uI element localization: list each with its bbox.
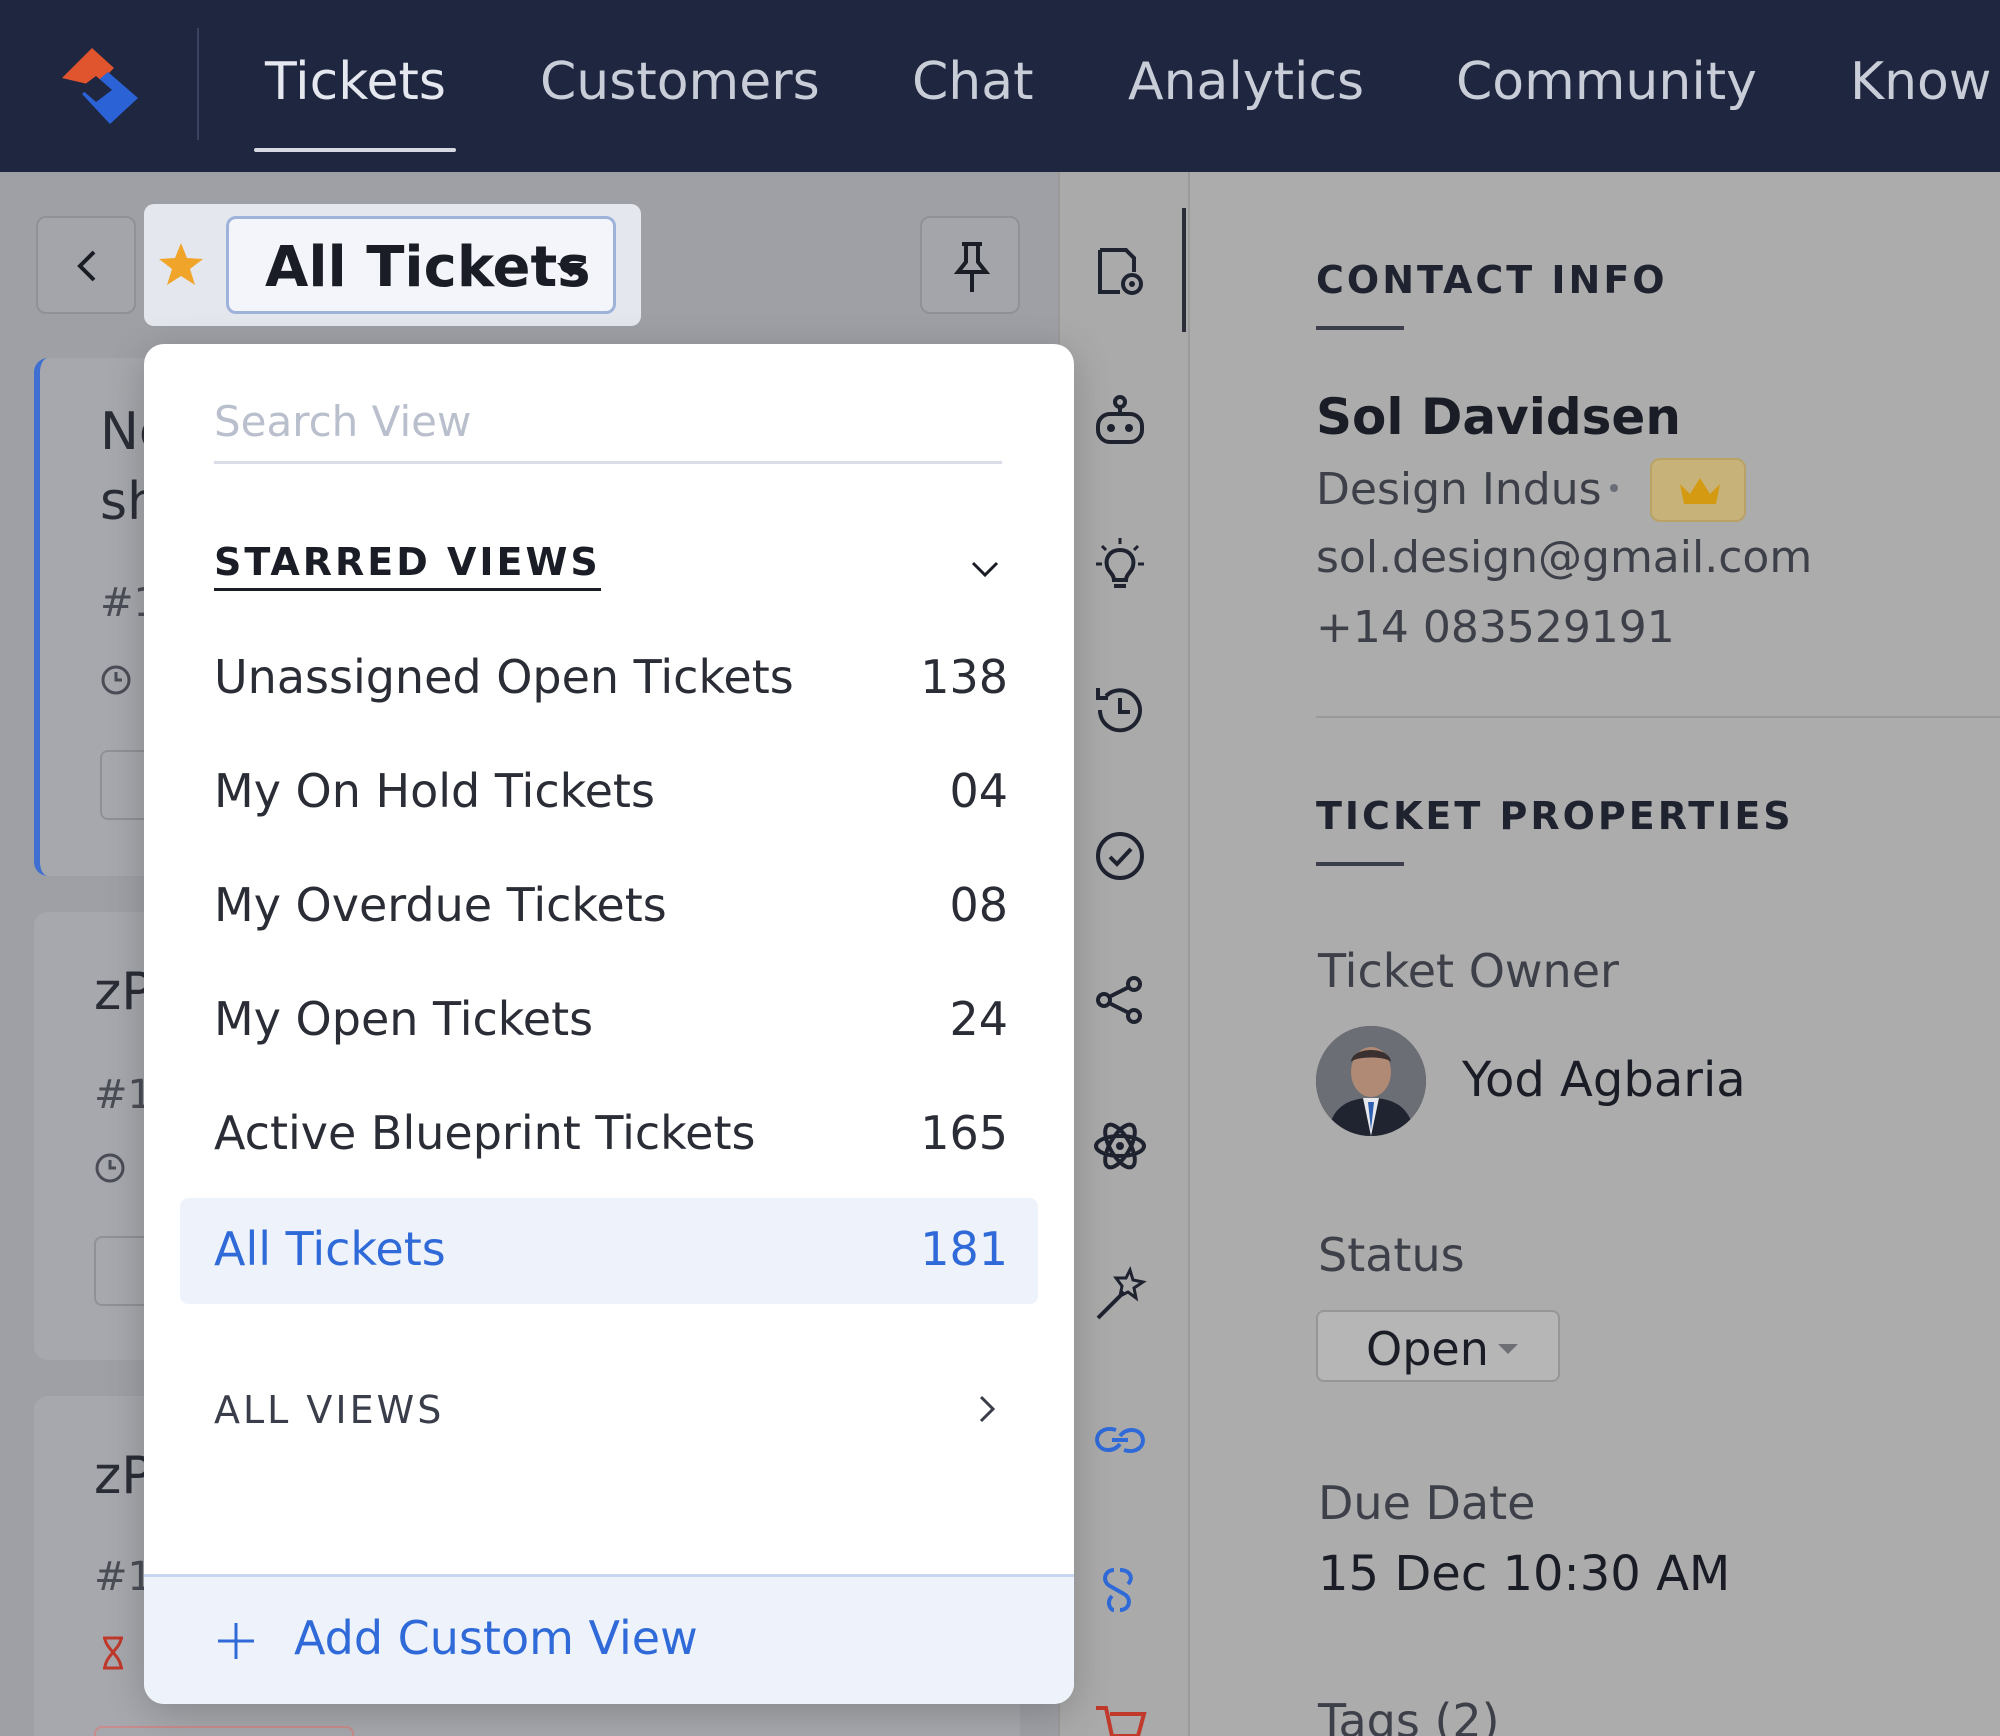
nav-tab-knowledge[interactable]: Know: [1850, 52, 1991, 112]
search-view-input[interactable]: [214, 382, 1002, 464]
magic-wand-icon[interactable]: [1090, 1264, 1150, 1324]
caret-down-icon: [557, 263, 585, 277]
section-underline: [1316, 862, 1404, 866]
tags-label[interactable]: Tags (2): [1318, 1694, 1500, 1736]
back-button[interactable]: [36, 216, 136, 314]
bot-icon[interactable]: [1090, 392, 1150, 452]
starred-views-heading[interactable]: STARRED VIEWS: [214, 540, 601, 591]
nav-tab-customers[interactable]: Customers: [540, 52, 820, 112]
separator-dot: [1610, 484, 1618, 492]
atom-icon[interactable]: [1090, 1116, 1150, 1176]
status-label: Status: [1318, 1228, 1465, 1282]
contact-company[interactable]: Design Indus: [1316, 464, 1602, 515]
history-icon[interactable]: [1090, 680, 1150, 740]
crown-icon: [1680, 478, 1720, 504]
section-divider: [1316, 716, 2000, 718]
nav-tab-community[interactable]: Community: [1456, 52, 1757, 112]
view-count: 181: [920, 1222, 1008, 1276]
star-icon[interactable]: [156, 240, 206, 290]
link-icon[interactable]: [1090, 1410, 1150, 1470]
person-avatar-icon: [1316, 1026, 1426, 1136]
active-icon-indicator: [1182, 208, 1186, 332]
view-count: 08: [949, 878, 1008, 932]
ticket-owner-label: Ticket Owner: [1318, 944, 1619, 998]
pin-button[interactable]: [920, 216, 1020, 314]
views-dropdown: STARRED VIEWS Unassigned Open Tickets 13…: [144, 344, 1074, 1704]
chevron-right-icon[interactable]: [972, 1394, 1002, 1424]
hourglass-icon: [103, 1636, 123, 1670]
due-date-label: Due Date: [1318, 1476, 1536, 1530]
current-view-label: All Tickets: [265, 235, 591, 300]
view-label: My Overdue Tickets: [214, 878, 667, 932]
chevron-down-icon[interactable]: [970, 554, 1000, 584]
pin-icon: [953, 242, 991, 292]
view-count: 138: [920, 650, 1008, 704]
status-dropdown[interactable]: Open: [1316, 1310, 1560, 1382]
view-item-on-hold[interactable]: My On Hold Tickets 04: [180, 740, 1038, 846]
view-count: 04: [949, 764, 1008, 818]
ticket-owner-name[interactable]: Yod Agbaria: [1462, 1052, 1746, 1108]
status-value: Open: [1366, 1322, 1489, 1376]
nav-divider: [197, 28, 199, 140]
lightbulb-icon[interactable]: [1090, 536, 1150, 596]
owner-avatar[interactable]: [1316, 1026, 1426, 1136]
app-logo-icon[interactable]: [52, 36, 148, 132]
view-label: All Tickets: [214, 1222, 446, 1276]
contact-info-heading: CONTACT INFO: [1316, 258, 1668, 302]
active-tab-indicator: [254, 148, 456, 152]
check-circle-icon[interactable]: [1090, 826, 1150, 886]
ticket-settings-icon[interactable]: [1090, 242, 1150, 302]
view-label: Unassigned Open Tickets: [214, 650, 794, 704]
ticket-properties-heading: TICKET PROPERTIES: [1316, 794, 1794, 838]
due-date-value[interactable]: 15 Dec 10:30 AM: [1318, 1546, 1730, 1602]
view-label: My Open Tickets: [214, 992, 594, 1046]
contact-email[interactable]: sol.design@gmail.com: [1316, 532, 1812, 583]
plus-icon: [218, 1623, 254, 1659]
top-nav: Tickets Customers Chat Analytics Communi…: [0, 0, 2000, 172]
clock-icon: [101, 665, 131, 695]
view-item-unassigned-open[interactable]: Unassigned Open Tickets 138: [180, 626, 1038, 732]
all-views-heading[interactable]: ALL VIEWS: [214, 1388, 444, 1432]
section-underline: [1316, 326, 1404, 330]
view-count: 165: [920, 1106, 1008, 1160]
add-custom-view-label: Add Custom View: [294, 1611, 698, 1665]
nav-tab-chat[interactable]: Chat: [912, 52, 1034, 112]
ticket-status-chip[interactable]: [94, 1726, 354, 1736]
contact-phone[interactable]: +14 083529191: [1316, 602, 1675, 653]
add-custom-view-button[interactable]: Add Custom View: [144, 1574, 1074, 1704]
vip-badge: [1650, 458, 1746, 522]
share-icon[interactable]: [1090, 970, 1150, 1030]
integration-icon[interactable]: [1090, 1560, 1150, 1620]
view-item-my-open[interactable]: My Open Tickets 24: [180, 968, 1038, 1074]
view-count: 24: [949, 992, 1008, 1046]
nav-tab-analytics[interactable]: Analytics: [1128, 52, 1364, 112]
view-switcher-button[interactable]: All Tickets: [226, 216, 616, 314]
view-label: Active Blueprint Tickets: [214, 1106, 756, 1160]
view-item-all-tickets[interactable]: All Tickets 181: [180, 1198, 1038, 1304]
view-item-overdue[interactable]: My Overdue Tickets 08: [180, 854, 1038, 960]
clock-icon: [95, 1153, 125, 1183]
contact-name[interactable]: Sol Davidsen: [1316, 388, 1681, 446]
nav-tab-tickets[interactable]: Tickets: [265, 52, 446, 112]
cart-icon[interactable]: [1090, 1700, 1150, 1736]
view-label: My On Hold Tickets: [214, 764, 655, 818]
view-item-active-blueprint[interactable]: Active Blueprint Tickets 165: [180, 1082, 1038, 1188]
caret-down-icon: [1498, 1344, 1518, 1354]
chevron-left-icon: [77, 250, 96, 282]
